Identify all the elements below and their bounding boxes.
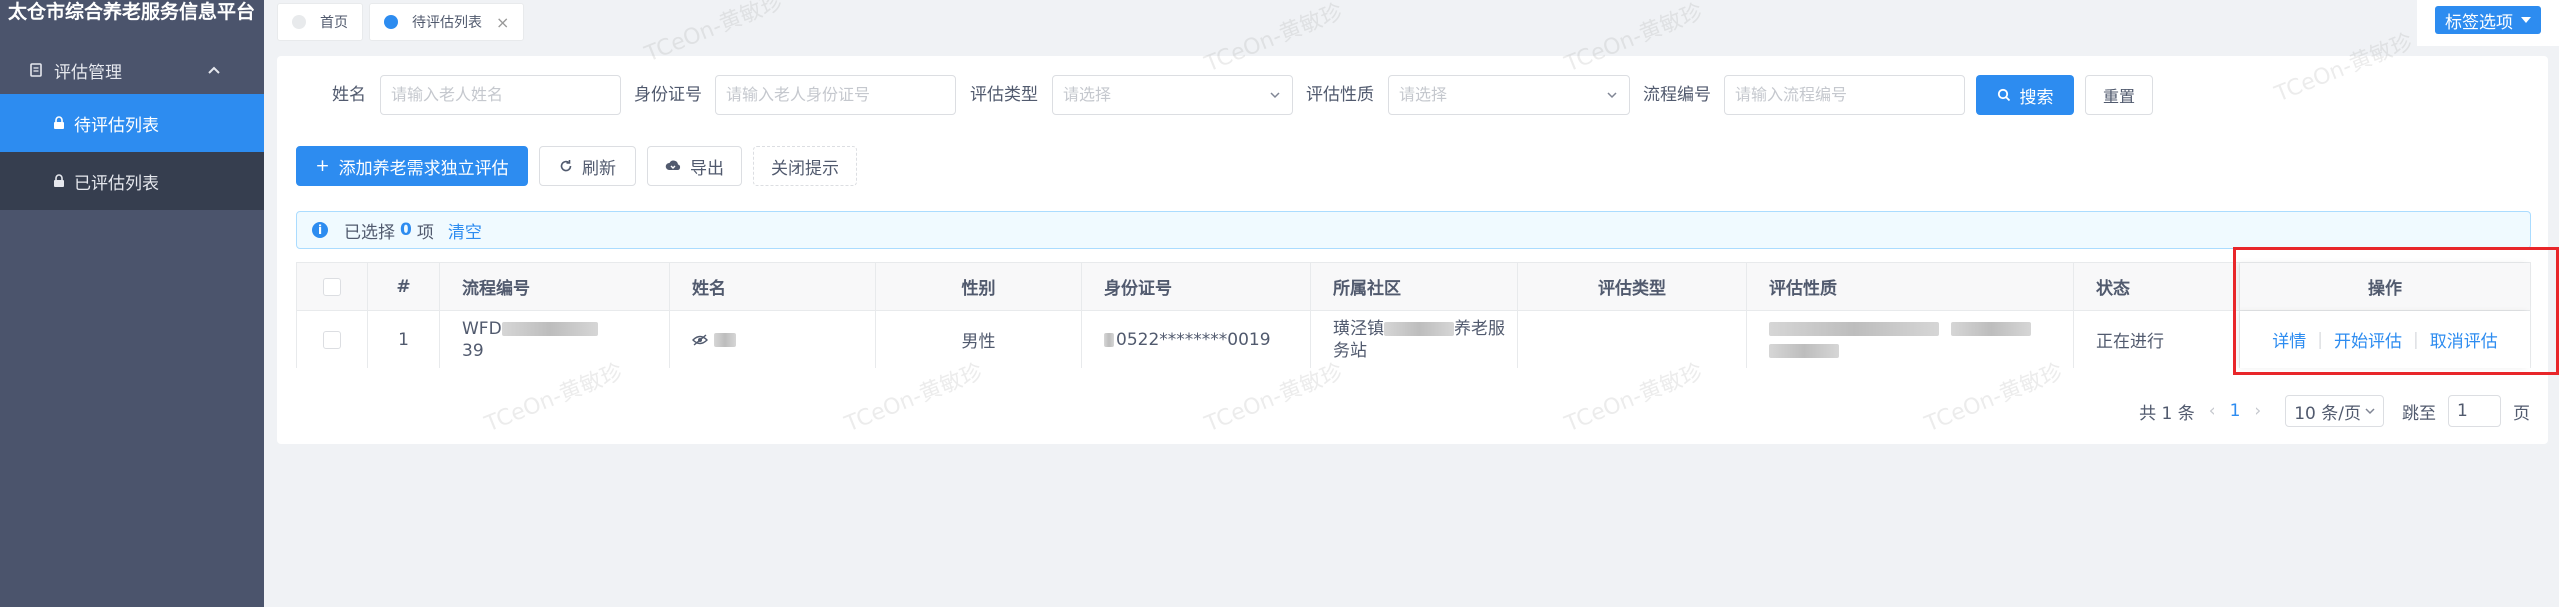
close-icon[interactable]: ×: [496, 13, 509, 32]
header-name: 姓名: [670, 263, 876, 310]
tab-status-dot: [384, 15, 398, 29]
name-label: 姓名: [332, 85, 366, 105]
process-no-input[interactable]: 请输入流程编号: [1724, 75, 1965, 115]
eval-nature-label: 评估性质: [1306, 85, 1374, 105]
prev-page-icon[interactable]: ‹: [2209, 401, 2216, 421]
header-gender: 性别: [876, 263, 1082, 310]
page-size-select[interactable]: 10 条/页: [2285, 395, 2384, 427]
filter-bar: 姓名 请输入老人姓名 身份证号 请输入老人身份证号 评估类型 请选择 评估性质 …: [277, 75, 2548, 115]
select-all-checkbox[interactable]: [323, 277, 341, 296]
cloud-download-icon: [665, 160, 681, 170]
row-community: 璜泾镇 养老服 务站: [1311, 311, 1518, 368]
eye-off-icon[interactable]: [692, 333, 708, 346]
header-status: 状态: [2074, 263, 2240, 310]
search-button[interactable]: 搜索: [1976, 75, 2074, 115]
app-title: 太仓市综合养老服务信息平台: [8, 1, 256, 23]
add-assessment-button[interactable]: + 添加养老需求独立评估: [296, 146, 528, 186]
sidebar-group-label: 评估管理: [54, 62, 122, 83]
row-process-no: WFD 39: [440, 311, 670, 368]
table-row: 1 WFD 39 男性 0522********0019 璜泾镇 养老服 务站 …: [297, 311, 2530, 368]
process-no-label: 流程编号: [1643, 85, 1711, 105]
header-process-no: 流程编号: [440, 263, 670, 310]
eval-type-select[interactable]: 请选择: [1052, 75, 1293, 115]
chevron-down-icon: [2365, 408, 2375, 415]
header-eval-nature: 评估性质: [1747, 263, 2074, 310]
reset-button[interactable]: 重置: [2085, 75, 2153, 115]
clear-selection-link[interactable]: 清空: [448, 218, 482, 243]
row-checkbox[interactable]: [323, 330, 341, 349]
refresh-icon: [560, 160, 572, 172]
tab-home[interactable]: 首页: [277, 3, 363, 41]
header-community: 所属社区: [1311, 263, 1518, 310]
tab-status-dot: [292, 15, 306, 29]
redacted-text: [1384, 321, 1454, 336]
refresh-button[interactable]: 刷新: [539, 146, 636, 186]
pagination-total: 共 1 条: [2139, 403, 2195, 424]
sidebar-item-label: 已评估列表: [74, 173, 159, 194]
row-eval-type: [1518, 311, 1747, 368]
redacted-text: [1769, 321, 1939, 336]
header-idcard: 身份证号: [1082, 263, 1311, 310]
lock-icon: [54, 116, 64, 129]
sidebar-item-pending[interactable]: 待评估列表: [0, 94, 264, 152]
chevron-up-icon: [208, 66, 220, 74]
redacted-text: [1769, 343, 1839, 358]
tab-pending-list[interactable]: 待评估列表 ×: [369, 3, 525, 41]
redacted-text: [714, 332, 736, 347]
sidebar-item-label: 待评估列表: [74, 115, 159, 136]
lock-icon: [54, 174, 64, 187]
action-bar: + 添加养老需求独立评估 刷新 导出 关闭提示: [277, 146, 2548, 186]
content-card: 姓名 请输入老人姓名 身份证号 请输入老人身份证号 评估类型 请选择 评估性质 …: [277, 56, 2548, 444]
tag-options-button[interactable]: 标签选项: [2435, 6, 2541, 34]
sidebar-item-completed[interactable]: 已评估列表: [0, 152, 264, 210]
tag-options-area: 标签选项: [2417, 0, 2559, 46]
document-icon: [30, 63, 42, 77]
close-tip-button[interactable]: 关闭提示: [753, 146, 857, 186]
page-unit-label: 页: [2513, 403, 2530, 424]
tab-label: 首页: [320, 15, 348, 31]
pagination: 共 1 条 ‹ 1 › 10 条/页 跳至 1 页: [2139, 394, 2530, 428]
eval-type-label: 评估类型: [970, 85, 1038, 105]
chevron-down-icon: [1607, 92, 1617, 99]
sidebar-group-assessment[interactable]: 评估管理: [0, 46, 264, 94]
sidebar: 太仓市综合养老服务信息平台 评估管理 待评估列表 已评估列表: [0, 0, 264, 607]
chevron-down-icon: [1270, 92, 1280, 99]
redacted-text: [501, 321, 598, 336]
idcard-input[interactable]: 请输入老人身份证号: [715, 75, 956, 115]
highlight-box: [2233, 247, 2559, 375]
table-header: # 流程编号 姓名 性别 身份证号 所属社区 评估类型 评估性质 状态 操作: [297, 263, 2530, 311]
row-index: 1: [368, 311, 440, 368]
header-index: #: [368, 263, 440, 310]
plus-icon: +: [315, 156, 330, 176]
row-idcard: 0522********0019: [1082, 311, 1311, 368]
jump-page-input[interactable]: 1: [2448, 395, 2501, 427]
row-eval-nature: [1747, 311, 2074, 368]
assessment-table: # 流程编号 姓名 性别 身份证号 所属社区 评估类型 评估性质 状态 操作 1…: [296, 262, 2531, 368]
row-name: [670, 311, 876, 368]
selection-count: 0: [400, 220, 412, 240]
idcard-label: 身份证号: [634, 85, 702, 105]
select-all-cell: [297, 263, 368, 310]
next-page-icon[interactable]: ›: [2254, 401, 2261, 421]
info-icon: i: [312, 222, 328, 238]
tab-bar: 首页 待评估列表 × 标签选项: [264, 0, 2559, 46]
header-eval-type: 评估类型: [1518, 263, 1747, 310]
row-gender: 男性: [876, 311, 1082, 368]
search-icon: [1997, 88, 2010, 102]
tab-label: 待评估列表: [412, 15, 482, 31]
export-button[interactable]: 导出: [647, 146, 742, 186]
caret-down-icon: [2521, 17, 2531, 23]
name-input[interactable]: 请输入老人姓名: [380, 75, 621, 115]
eval-nature-select[interactable]: 请选择: [1388, 75, 1630, 115]
jump-label: 跳至: [2402, 403, 2436, 424]
tag-options-label: 标签选项: [2445, 12, 2513, 33]
redacted-text: [1104, 332, 1114, 347]
row-select-cell: [297, 311, 368, 368]
page-1[interactable]: 1: [2230, 401, 2241, 421]
redacted-text: [1951, 321, 2031, 336]
selection-alert: i 已选择 0 项 清空: [296, 211, 2531, 249]
row-status: 正在进行: [2074, 311, 2240, 368]
